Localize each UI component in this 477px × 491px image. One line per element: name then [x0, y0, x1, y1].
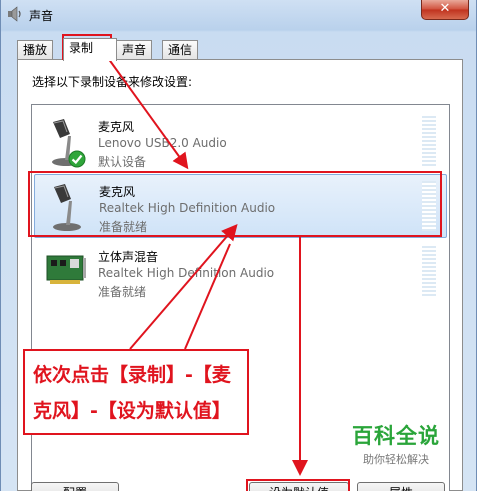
watermark-main: 百科全说	[352, 424, 440, 448]
device-name: 立体声混音	[98, 250, 159, 264]
sound-card-icon	[46, 255, 86, 284]
highlight-set-default-button	[246, 479, 350, 491]
level-meter	[422, 116, 436, 166]
speaker-icon	[8, 6, 21, 22]
window-title: 声音	[29, 9, 54, 23]
device-name: 麦克风	[98, 120, 135, 134]
level-meter	[422, 246, 436, 296]
tab-recording[interactable]: 录制	[63, 38, 117, 61]
title-bar: 声音 ✕	[1, 0, 477, 30]
tab-communications[interactable]: 通信	[162, 40, 199, 60]
watermark: 百科全说 助你轻松解决	[346, 420, 446, 467]
instruction-text: 选择以下录制设备来修改设置:	[32, 75, 193, 89]
device-driver: Lenovo USB2.0 Audio	[98, 136, 227, 150]
device-status: 默认设备	[98, 155, 147, 169]
tab-playback[interactable]: 播放	[17, 40, 54, 60]
tab-strip: 播放 录制 声音 通信	[17, 38, 457, 61]
default-check-icon	[68, 150, 86, 168]
close-button[interactable]: ✕	[421, 0, 469, 20]
callout-line-2: 克风】-【设为默认值】	[33, 400, 231, 422]
list-item-device-stereo-mix[interactable]: 立体声混音 Realtek High Definition Audio 准备就绪	[34, 240, 447, 304]
configure-button[interactable]: 配置	[31, 482, 119, 491]
tab-sounds[interactable]: 声音	[116, 40, 153, 60]
device-status: 准备就绪	[98, 285, 147, 299]
callout-line-1: 依次点击【录制】-【麦	[33, 364, 231, 386]
annotation-callout: 依次点击【录制】-【麦 克风】-【设为默认值】	[23, 349, 249, 435]
properties-button[interactable]: 属性	[357, 482, 445, 491]
list-item-device-usb-mic[interactable]: 麦克风 Lenovo USB2.0 Audio 默认设备	[34, 110, 447, 174]
device-driver: Realtek High Definition Audio	[98, 266, 275, 280]
highlight-selected-device	[28, 171, 442, 237]
watermark-sub: 助你轻松解决	[363, 453, 429, 466]
